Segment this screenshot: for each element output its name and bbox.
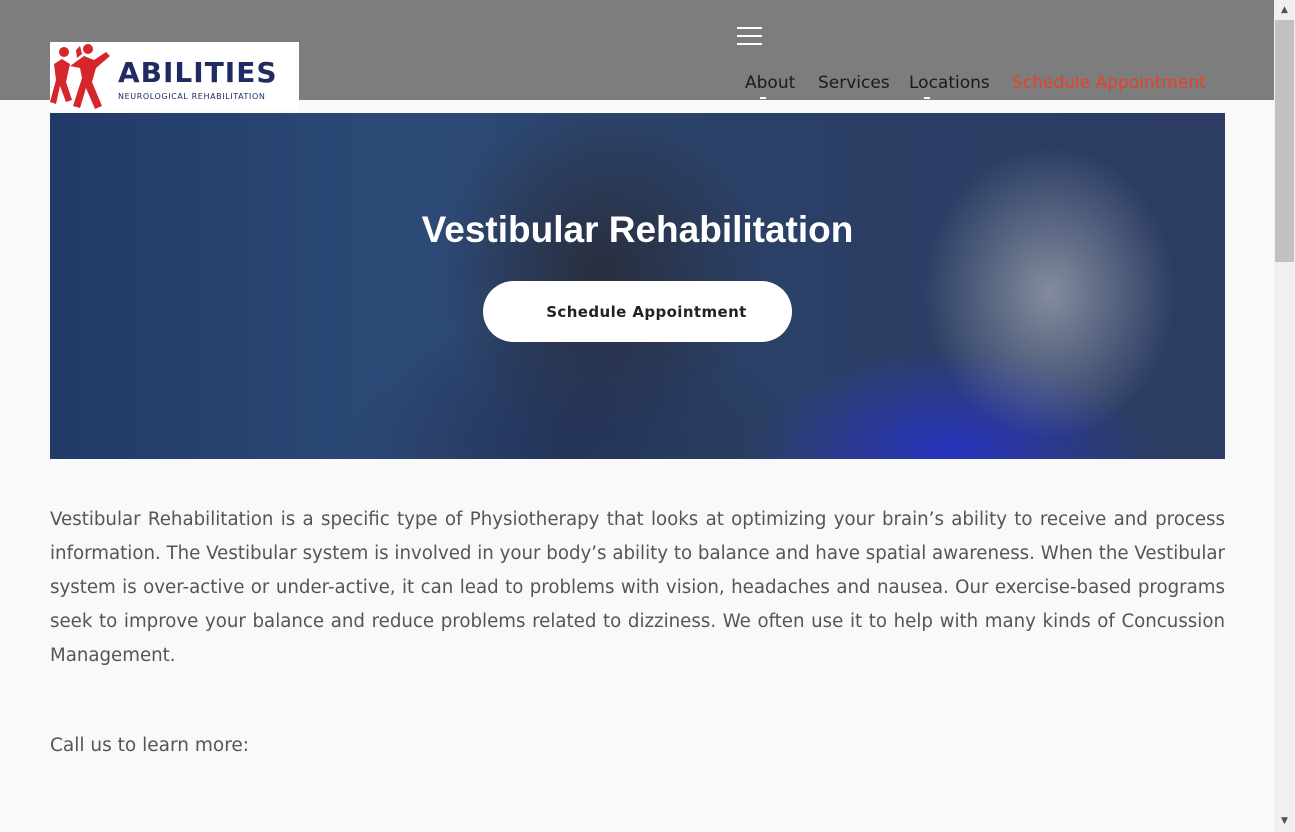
nav-locations[interactable]: Locations xyxy=(909,73,990,99)
dropdown-indicator-icon xyxy=(924,97,930,99)
nav-schedule-label: Schedule Appointment xyxy=(1012,73,1206,93)
call-to-action-text: Call us to learn more: xyxy=(50,735,250,756)
dropdown-indicator-icon xyxy=(760,97,766,99)
schedule-appointment-button[interactable]: Schedule Appointment xyxy=(483,281,792,342)
hero-banner: Vestibular Rehabilitation Schedule Appoi… xyxy=(50,113,1225,459)
hamburger-line xyxy=(737,43,762,45)
logo-subtitle: NEUROLOGICAL REHABILITATION xyxy=(118,92,266,101)
nav-about[interactable]: About xyxy=(745,73,796,99)
page-title: Vestibular Rehabilitation xyxy=(421,209,854,250)
scroll-up-arrow-icon[interactable]: ▲ xyxy=(1274,2,1295,19)
nav-services[interactable]: Services xyxy=(818,73,890,97)
hamburger-line xyxy=(737,27,762,29)
intro-paragraph: Vestibular Rehabilitation is a specific … xyxy=(50,509,1225,666)
logo-figures-icon xyxy=(50,44,110,109)
nav-schedule-appointment[interactable]: Schedule Appointment xyxy=(1012,73,1206,97)
logo-title: ABILITIES xyxy=(118,56,278,89)
nav-locations-label: Locations xyxy=(909,73,990,93)
nav-about-label: About xyxy=(745,73,796,93)
scroll-down-arrow-icon[interactable]: ▼ xyxy=(1274,813,1295,830)
site-logo[interactable]: ABILITIES NEUROLOGICAL REHABILITATION xyxy=(50,42,299,111)
hamburger-line xyxy=(737,35,762,37)
nav-services-label: Services xyxy=(818,73,890,93)
hamburger-icon[interactable] xyxy=(737,27,762,45)
vertical-scrollbar[interactable]: ▲ ▼ xyxy=(1274,0,1295,832)
scrollbar-thumb[interactable] xyxy=(1275,20,1294,262)
